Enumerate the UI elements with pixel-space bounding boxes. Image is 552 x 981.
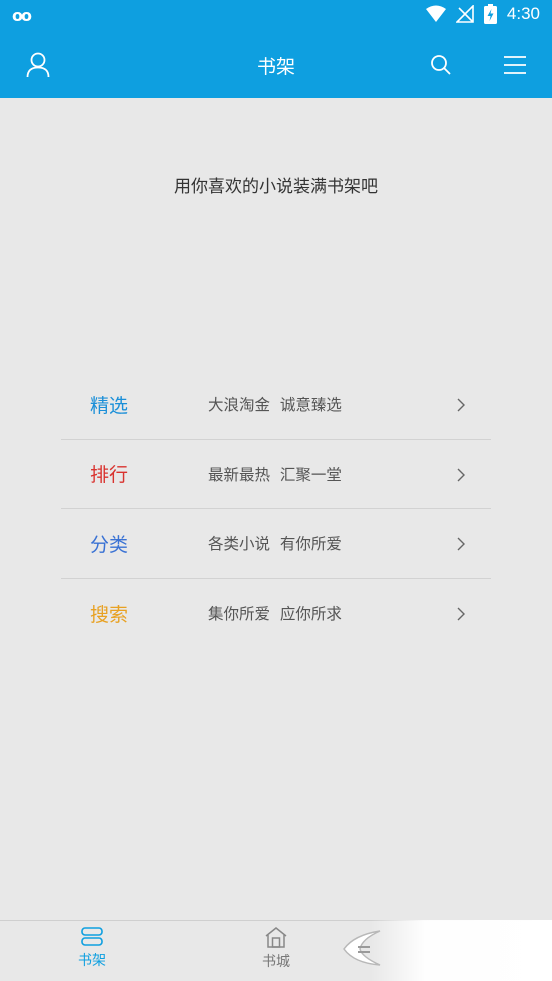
wifi-icon [425,5,446,22]
tab-bookstore[interactable]: 书城 [216,921,336,981]
menu-item-label: 搜索 [90,603,129,626]
menu-item-category[interactable]: 分类 各类小说 有你所爱 [61,509,491,579]
menu-item-label: 精选 [90,394,129,417]
menu-item-search[interactable]: 搜索 集你所爱 应你所求 [61,579,491,649]
search-button[interactable] [425,49,457,81]
chevron-right-icon [457,468,465,481]
menu-item-label: 分类 [90,533,129,556]
menu-item-featured[interactable]: 精选 大浪淘金 诚意臻选 [61,370,491,440]
watermark-overlay [370,920,552,981]
tab-label: 书架 [78,953,106,969]
chevron-right-icon [457,537,465,551]
menu-item-ranking[interactable]: 排行 最新最热 汇聚一堂 [61,440,491,509]
tab-label: 书城 [262,954,290,970]
menu-item-desc: 集你所爱 应你所求 [208,605,342,624]
watermark-logo [343,930,381,966]
bookshelf-icon [81,927,103,946]
menu-item-desc: 各类小说 有你所爱 [208,535,342,554]
menu-icon [504,56,526,74]
discover-menu: 精选 大浪淘金 诚意臻选 排行 最新最热 汇聚一堂 分类 各类小说 有你所爱 搜… [61,370,491,648]
page-title: 书架 [256,56,295,78]
menu-button[interactable] [499,49,531,81]
tab-bookshelf[interactable]: 书架 [32,921,152,981]
menu-item-desc: 大浪淘金 诚意臻选 [208,396,342,415]
battery-charging-icon [483,4,497,24]
empty-shelf-hint: 用你喜欢的小说装满书架吧 [174,177,378,197]
menu-item-desc: 最新最热 汇聚一堂 [208,465,342,484]
menu-item-label: 排行 [90,464,129,487]
store-icon [265,927,287,948]
notification-glyph: oo [12,6,32,25]
app-bar: 书架 [0,32,552,98]
no-signal-icon [455,5,474,23]
search-icon [431,55,451,75]
chevron-right-icon [457,398,465,412]
chevron-right-icon [457,607,465,620]
status-bar: oo 4:30 [0,0,552,32]
status-icons: 4:30 [425,4,540,24]
clock: 4:30 [506,4,540,23]
